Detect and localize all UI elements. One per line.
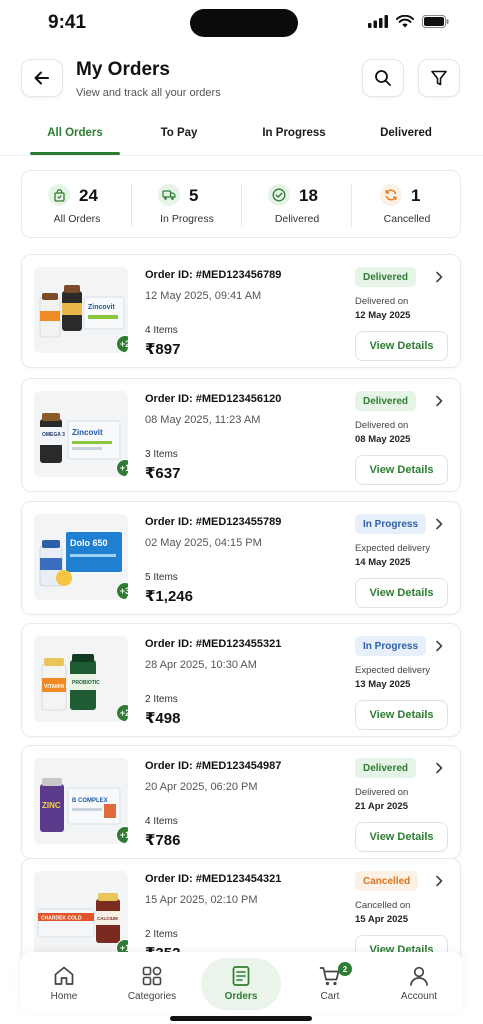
status-badge: In Progress	[355, 514, 427, 534]
product-label: PROBIOTIC	[72, 680, 100, 686]
order-item-count: 5 Items	[145, 572, 178, 583]
order-date: 28 Apr 2025, 10:30 AM	[145, 659, 257, 671]
order-item-count: 4 Items	[145, 816, 178, 827]
chevron-right-icon[interactable]	[432, 517, 446, 531]
status-badge: Delivered	[355, 391, 417, 411]
order-total: ₹1,246	[145, 588, 193, 605]
order-card[interactable]: VITAMIN C PROBIOTIC +2 Order ID: #MED123…	[21, 623, 461, 737]
order-date: 02 May 2025, 04:15 PM	[145, 537, 262, 549]
nav-label: Account	[400, 991, 438, 1002]
order-total: ₹897	[145, 341, 181, 358]
product-label: B COMPLEX	[72, 798, 108, 804]
chevron-right-icon[interactable]	[432, 874, 446, 888]
order-id: Order ID: #MED123456120	[145, 393, 282, 405]
delivery-date: 15 Apr 2025	[355, 914, 408, 925]
extra-items-badge: +1	[116, 459, 128, 477]
view-details-button[interactable]: View Details	[355, 700, 448, 730]
order-id: Order ID: #MED123454321	[145, 873, 282, 885]
product-image: OMEGA 3 Zincovit +1	[34, 391, 128, 477]
product-image: Zincovit +2	[34, 267, 128, 353]
nav-label: Home	[50, 991, 78, 1002]
extra-items-badge: +3	[116, 582, 128, 600]
order-item-count: 4 Items	[145, 325, 178, 336]
view-details-button[interactable]: View Details	[355, 331, 448, 361]
product-label: CHARDEK COLD	[41, 916, 82, 922]
product-label: Dolo 650	[70, 538, 108, 548]
order-item-count: 2 Items	[145, 929, 178, 940]
chevron-right-icon[interactable]	[432, 639, 446, 653]
order-total: ₹637	[145, 465, 181, 482]
delivery-date: 13 May 2025	[355, 679, 411, 690]
delivery-date: 08 May 2025	[355, 434, 411, 445]
order-id: Order ID: #MED123454987	[145, 760, 282, 772]
order-date: 15 Apr 2025, 02:10 PM	[145, 894, 258, 906]
delivery-date: 21 Apr 2025	[355, 801, 408, 812]
chevron-right-icon[interactable]	[432, 761, 446, 775]
status-badge: In Progress	[355, 636, 427, 656]
product-label: VITAMIN C	[44, 684, 70, 690]
order-id: Order ID: #MED123455789	[145, 516, 282, 528]
product-label: Zincovit	[88, 304, 116, 311]
cart-count-badge: 2	[338, 962, 352, 976]
order-item-count: 3 Items	[145, 449, 178, 460]
delivery-note: Delivered on	[355, 787, 409, 798]
delivery-note: Cancelled on	[355, 900, 411, 911]
order-card[interactable]: OMEGA 3 Zincovit +1 Order ID: #MED123456…	[21, 378, 461, 492]
order-card[interactable]: Zincovit +2 Order ID: #MED123456789 12 M…	[21, 254, 461, 368]
orders-icon	[232, 966, 250, 986]
order-date: 20 Apr 2025, 06:20 PM	[145, 781, 258, 793]
bottom-navigation: Home Categories Orders 2 Cart Account	[20, 952, 463, 1012]
order-list: Zincovit +2 Order ID: #MED123456789 12 M…	[0, 0, 483, 1024]
nav-home[interactable]: Home	[20, 952, 108, 1012]
order-id: Order ID: #MED123455321	[145, 638, 282, 650]
product-image: Dolo 650 +3	[34, 514, 128, 600]
delivery-date: 12 May 2025	[355, 310, 411, 321]
delivery-note: Delivered on	[355, 296, 409, 307]
nav-orders[interactable]: Orders	[197, 952, 285, 1012]
home-indicator	[170, 1016, 312, 1021]
view-details-button[interactable]: View Details	[355, 822, 448, 852]
order-card[interactable]: ZINC B COMPLEX +1 Order ID: #MED12345498…	[21, 745, 461, 859]
nav-label: Categories	[127, 991, 177, 1002]
nav-label: Orders	[224, 991, 258, 1002]
nav-label: Cart	[320, 991, 340, 1002]
product-image: VITAMIN C PROBIOTIC +2	[34, 636, 128, 722]
categories-icon	[142, 966, 162, 986]
order-item-count: 2 Items	[145, 694, 178, 705]
order-date: 12 May 2025, 09:41 AM	[145, 290, 262, 302]
order-id: Order ID: #MED123456789	[145, 269, 282, 281]
chevron-right-icon[interactable]	[432, 394, 446, 408]
extra-items-badge: +2	[116, 335, 128, 353]
order-date: 08 May 2025, 11:23 AM	[145, 414, 261, 426]
nav-cart[interactable]: 2 Cart	[286, 952, 374, 1012]
product-label: OMEGA 3	[42, 432, 65, 438]
product-image: ZINC B COMPLEX +1	[34, 758, 128, 844]
order-total: ₹786	[145, 832, 181, 849]
delivery-note: Expected delivery	[355, 543, 430, 554]
status-badge: Cancelled	[355, 871, 419, 891]
product-label: Zincovit	[72, 428, 103, 437]
chevron-right-icon[interactable]	[432, 270, 446, 284]
extra-items-badge: +2	[116, 704, 128, 722]
delivery-note: Delivered on	[355, 420, 409, 431]
order-card[interactable]: Dolo 650 +3 Order ID: #MED123455789 02 M…	[21, 501, 461, 615]
status-badge: Delivered	[355, 758, 417, 778]
order-total: ₹498	[145, 710, 181, 727]
nav-categories[interactable]: Categories	[108, 952, 196, 1012]
view-details-button[interactable]: View Details	[355, 578, 448, 608]
nav-account[interactable]: Account	[375, 952, 463, 1012]
status-badge: Delivered	[355, 267, 417, 287]
delivery-note: Expected delivery	[355, 665, 430, 676]
product-label: ZINC	[42, 801, 61, 810]
product-image: CHARDEK COLD CALCIUM +1	[34, 871, 128, 957]
extra-items-badge: +1	[116, 826, 128, 844]
home-icon	[54, 966, 74, 985]
product-label: CALCIUM	[97, 916, 118, 921]
view-details-button[interactable]: View Details	[355, 455, 448, 485]
delivery-date: 14 May 2025	[355, 557, 411, 568]
account-icon	[410, 966, 428, 986]
